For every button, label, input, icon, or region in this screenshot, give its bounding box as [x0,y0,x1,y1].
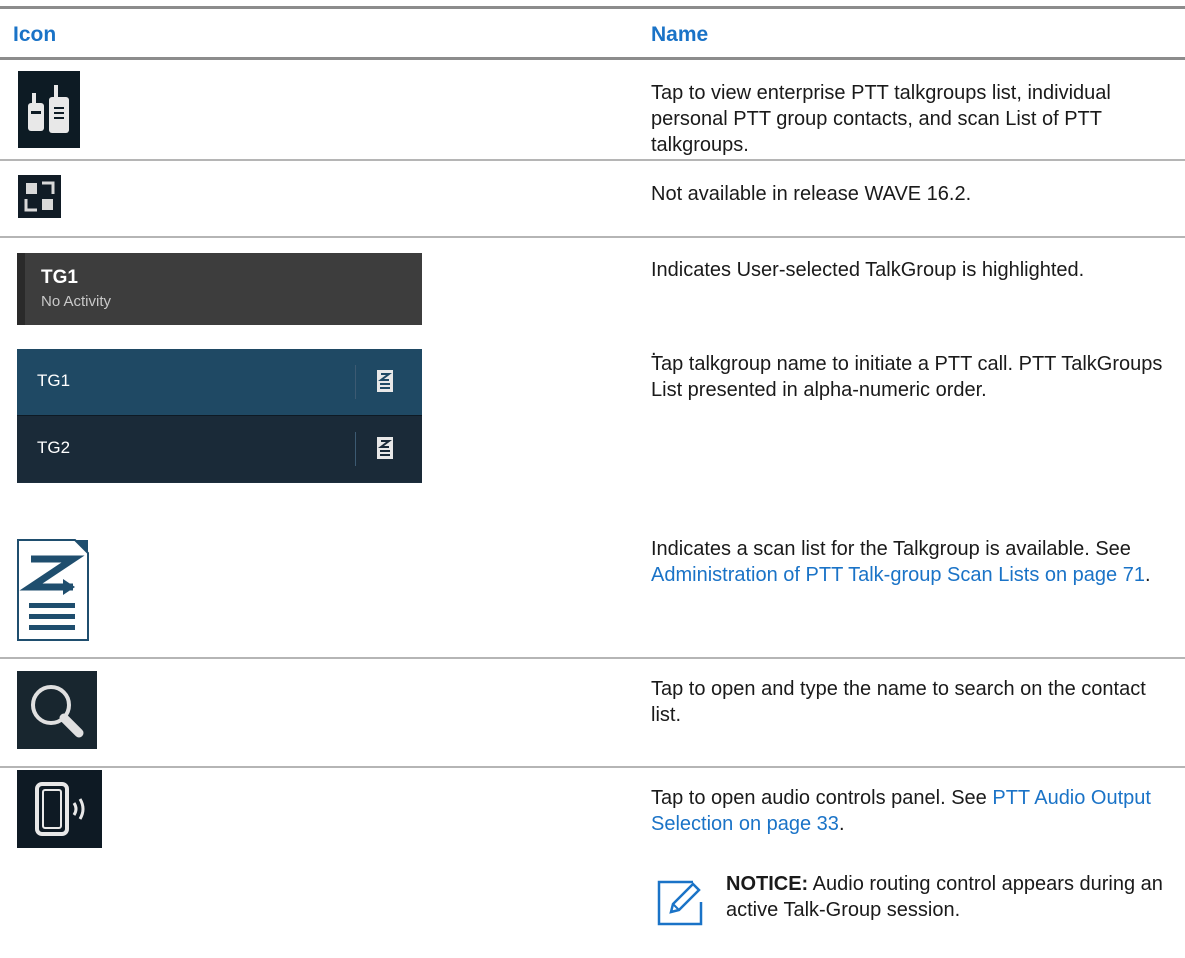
header-rule [0,57,1185,60]
row-4-description: Tap talkgroup name to initiate a PTT cal… [651,353,1163,401]
header-icon: Icon [13,23,57,46]
row-5-description: Indicates a scan list for the Talkgroup … [651,536,1171,588]
highlight-bar [17,253,25,325]
row-5-suffix: . [1144,564,1151,586]
header-name: Name [651,23,709,46]
list-item-divider [355,432,356,466]
audio-output-icon [17,770,102,848]
table-header: Icon Name [0,9,1185,57]
row-divider [0,159,1185,161]
tile-title: TG1 [41,267,78,288]
list-item-label: TG2 [37,438,71,457]
row-7-description: Tap to open audio controls panel. See PT… [651,785,1171,837]
notice-text: NOTICE: Audio routing control appears du… [726,871,1166,923]
row-5-text: Indicates a scan list for the Talkgroup … [651,538,1131,560]
row-6-description: Tap to open and type the name to search … [651,678,1146,726]
row-1-description: Tap to view enterprise PTT talkgroups li… [651,82,1111,156]
list-item: TG2 [17,416,422,482]
scan-list-icon [17,539,89,641]
favorites-grid-icon [18,175,61,218]
talkgroup-list-tile: TG1 TG2 [17,349,422,483]
notice-label: NOTICE: [726,873,809,895]
tile-subtitle: No Activity [41,293,112,310]
row-divider [0,236,1185,238]
row-7-suffix: . [838,813,845,835]
row-divider [0,766,1185,768]
row-3-description: Indicates User-selected TalkGroup is hig… [651,259,1085,281]
row-7-text: Tap to open audio controls panel. See [651,787,993,809]
search-icon [17,671,97,749]
row-2-description: Not available in release WAVE 16.2. [651,183,972,205]
scan-list-mini-icon [377,437,393,459]
scan-list-mini-icon [377,370,393,392]
talkgroup-highlight-tile: TG1 No Activity [17,253,422,325]
list-item-label: TG1 [37,371,71,390]
ptt-radios-icon [18,71,80,148]
scan-lists-link[interactable]: Administration of PTT Talk-group Scan Li… [651,564,1145,586]
notice-pencil-icon [657,880,703,926]
list-item-divider [355,365,356,399]
row-divider [0,657,1185,659]
list-item: TG1 [17,349,422,415]
